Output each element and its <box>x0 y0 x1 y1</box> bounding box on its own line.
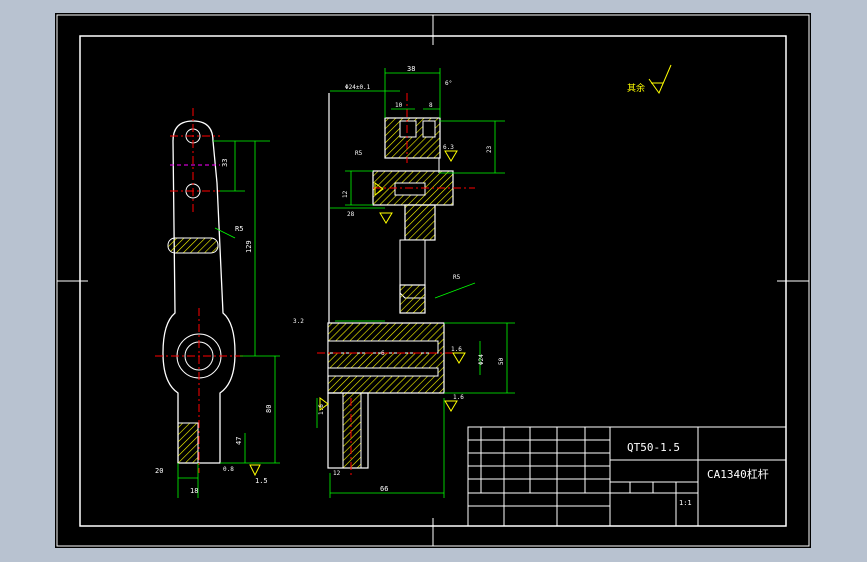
dim-20: 20 <box>155 467 163 475</box>
dim-1-6-c: 1.6 <box>453 394 464 401</box>
material-label: QT50-1.5 <box>627 441 680 454</box>
dim-1-6-b: 1.6 <box>318 404 325 415</box>
dim-1-6-a: 1.6 <box>451 346 462 353</box>
dim-12-leg: 12 <box>333 470 341 477</box>
dim-38: 38 <box>407 65 415 73</box>
dim-33: 33 <box>221 159 229 167</box>
dim-129: 129 <box>245 240 253 253</box>
dim-6-deg: 6° <box>445 80 452 87</box>
drawing-sheet: 33 R5 129 80 47 18 20 0.8 1.5 38 Φ24±0.1… <box>55 13 811 548</box>
dim-0-8: 0.8 <box>223 466 234 473</box>
dim-23: 23 <box>486 145 493 153</box>
dim-50: 50 <box>498 357 505 365</box>
dim-r5: R5 <box>235 225 243 233</box>
dim-6-bore: 6 <box>381 350 385 357</box>
part-name-label: CA1340杠杆 <box>707 468 769 481</box>
dim-8: 8 <box>429 102 433 109</box>
check-roughness-icon <box>648 64 672 95</box>
dim-1-5: 1.5 <box>255 477 268 485</box>
roughness-symbol <box>249 464 261 477</box>
dim-r5-web: R5 <box>453 274 461 281</box>
dim-28: 28 <box>347 211 355 218</box>
surface-note: 其余 <box>627 82 645 94</box>
dim-phi24: Φ24 <box>478 354 485 365</box>
dim-6-3: 6.3 <box>443 144 454 151</box>
dim-r5-top: R5 <box>355 150 363 157</box>
scale-label: 1:1 <box>679 499 692 507</box>
dim-3-2: 3.2 <box>293 318 304 325</box>
dim-12: 12 <box>342 190 349 198</box>
outer-border <box>56 14 810 547</box>
dim-80: 80 <box>265 405 273 413</box>
dim-10: 10 <box>395 102 403 109</box>
dim-66: 66 <box>380 485 388 493</box>
dim-47: 47 <box>235 437 243 445</box>
dim-phi24-tol: Φ24±0.1 <box>345 84 371 91</box>
cad-drawing: 33 R5 129 80 47 18 20 0.8 1.5 38 Φ24±0.1… <box>56 14 810 547</box>
lever-front-view <box>155 108 245 473</box>
dim-18: 18 <box>190 487 198 495</box>
